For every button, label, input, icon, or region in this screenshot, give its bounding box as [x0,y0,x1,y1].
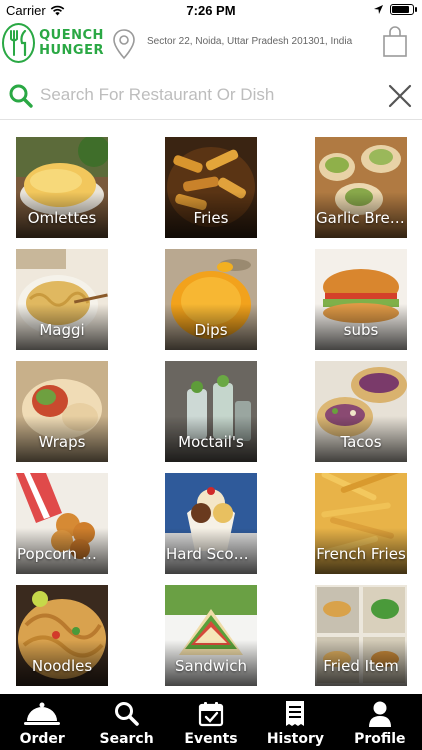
category-label: Wraps [38,433,86,451]
category-label: Garlic Breads [316,209,407,227]
category-tile-maggi[interactable]: Maggi [16,249,108,350]
shopping-bag-icon[interactable] [382,26,408,58]
category-tile-hard-scoop[interactable]: Hard Scoop... [165,473,257,574]
status-icons [373,4,417,15]
tab-label: Search [99,731,154,747]
tab-order[interactable]: Order [0,694,84,750]
battery-icon [390,4,417,15]
category-tile-moctails[interactable]: Moctail's [165,361,257,462]
search-icon [9,84,33,108]
tab-label: Events [184,731,238,747]
category-tile-subs[interactable]: subs [315,249,407,350]
close-icon[interactable] [388,84,412,108]
category-label: Noodles [31,657,93,675]
category-tile-garlic-breads[interactable]: Garlic Breads [315,137,407,238]
category-tile-omlettes[interactable]: Omlettes [16,137,108,238]
category-tile-popcorn-nuggets[interactable]: Popcorn Nu... [16,473,108,574]
delivery-address[interactable]: Sector 22, Noida, Uttar Pradesh 201301, … [147,36,352,47]
category-tile-fries[interactable]: Fries [165,137,257,238]
category-grid: Omlettes Fries Garlic Breads Maggi Dips … [0,122,422,694]
category-tile-fried-item[interactable]: Fried Item [315,585,407,686]
category-label: Hard Scoop... [166,545,257,563]
category-tile-noodles[interactable]: Noodles [16,585,108,686]
category-label: Fried Item [323,657,399,675]
category-label: subs [343,321,379,339]
logo-emblem [2,23,36,63]
battery-level [392,6,409,13]
category-label: Fries [193,209,229,227]
tab-events[interactable]: Events [169,694,253,750]
tab-label: Profile [354,731,406,747]
category-label: Omlettes [27,209,97,227]
fork-knife-icon [9,30,26,56]
category-label: Tacos [340,433,382,451]
category-tile-dips[interactable]: Dips [165,249,257,350]
category-label: Popcorn Nu... [17,545,108,563]
category-tile-sandwich[interactable]: Sandwich [165,585,257,686]
tab-profile[interactable]: Profile [338,694,422,750]
logo-line-2: HUNGER [39,43,104,58]
clock: 7:26 PM [186,3,236,18]
search-icon [114,702,139,726]
search-bar [0,72,422,120]
category-tile-tacos[interactable]: Tacos [315,361,407,462]
app-header: QUENCH HUNGER Sector 22, Noida, Uttar Pr… [0,20,422,68]
search-input[interactable] [40,82,360,108]
tab-label: Order [19,731,65,747]
category-label: Maggi [39,321,85,339]
category-label: Moctail's [178,433,244,451]
bottom-tab-bar: Order Search Events History Profile [0,694,422,750]
category-label: Sandwich [175,657,247,675]
tab-history[interactable]: History [253,694,337,750]
category-label: French Fries [316,545,406,563]
receipt-icon [286,701,305,726]
calendar-icon [198,702,224,727]
category-label: Dips [194,321,228,339]
logo-line-1: QUENCH [39,28,104,43]
user-icon [368,701,391,727]
location-arrow-icon [374,5,383,14]
logo-wordmark: QUENCH HUNGER [39,28,104,58]
status-bar: Carrier 7:26 PM [0,0,422,20]
category-tile-french-fries[interactable]: French Fries [315,473,407,574]
tab-search[interactable]: Search [84,694,168,750]
category-tile-wraps[interactable]: Wraps [16,361,108,462]
tab-label: History [266,731,325,747]
location-pin-icon[interactable] [112,28,136,60]
cloche-icon [24,702,61,725]
app-logo: QUENCH HUNGER [2,22,104,64]
